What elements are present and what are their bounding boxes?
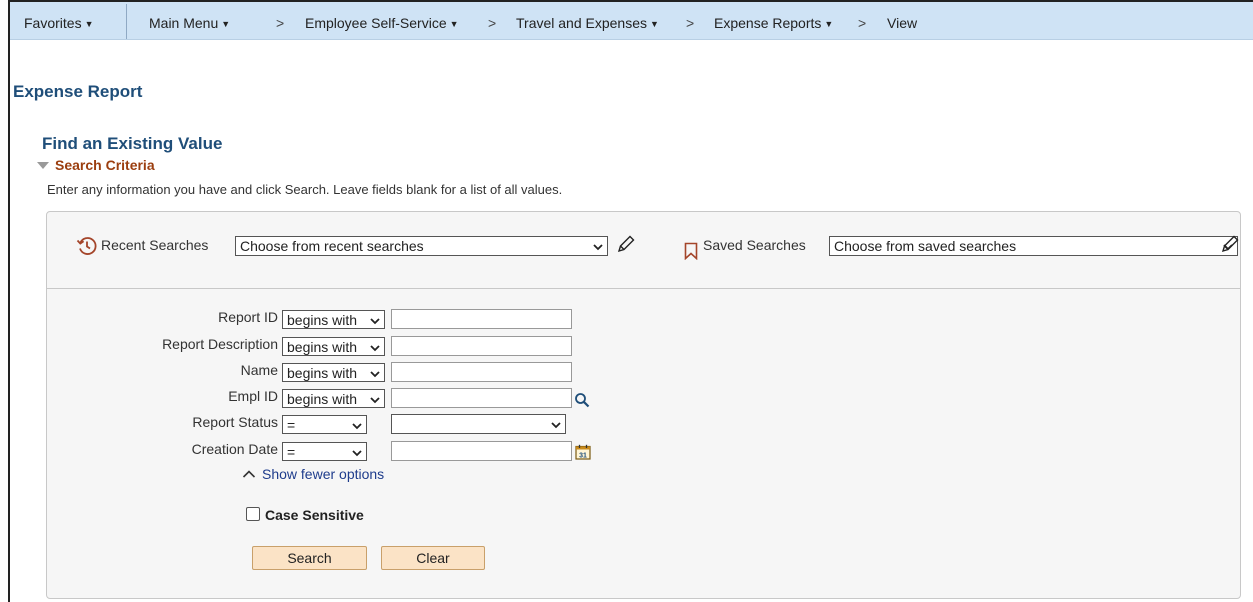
recent-searches-value: Choose from recent searches	[240, 238, 424, 254]
chevron-right-icon: >	[686, 15, 695, 31]
caret-down-icon: ▼	[449, 19, 459, 29]
window-left-border	[8, 0, 10, 602]
report-id-input[interactable]	[391, 309, 572, 329]
favorites-label: Favorites	[24, 15, 82, 31]
breadcrumb-expense-reports[interactable]: Expense Reports ▼	[714, 15, 833, 31]
main-menu[interactable]: Main Menu ▼	[149, 15, 230, 31]
operator-value: begins with	[287, 365, 358, 381]
collapse-triangle-icon	[37, 162, 49, 169]
show-fewer-options-link[interactable]: Show fewer options	[242, 466, 384, 482]
report-id-label: Report ID	[218, 309, 278, 325]
chevron-down-icon	[370, 371, 380, 378]
empl-id-operator[interactable]: begins with	[282, 389, 385, 408]
chevron-down-icon	[370, 318, 380, 325]
svg-text:31: 31	[579, 452, 587, 459]
case-sensitive-option[interactable]: Case Sensitive	[246, 507, 364, 523]
chevron-down-icon	[593, 244, 603, 251]
edit-pencil-icon[interactable]	[616, 234, 636, 254]
breadcrumb-label: Employee Self-Service	[305, 15, 447, 31]
report-status-label: Report Status	[192, 414, 278, 430]
calendar-icon[interactable]: 31	[575, 444, 591, 460]
report-id-operator[interactable]: begins with	[282, 310, 385, 329]
edit-pencil-icon[interactable]	[1220, 234, 1240, 254]
caret-down-icon: ▼	[650, 19, 659, 29]
search-instructions: Enter any information you have and click…	[47, 182, 563, 197]
name-operator[interactable]: begins with	[282, 363, 385, 382]
recent-searches-dropdown[interactable]: Choose from recent searches	[235, 236, 608, 256]
operator-value: begins with	[287, 391, 358, 407]
chevron-down-icon	[370, 397, 380, 404]
page-title: Expense Report	[13, 82, 143, 101]
breadcrumb-view[interactable]: View	[887, 15, 917, 31]
breadcrumb-travel-and-expenses[interactable]: Travel and Expenses ▼	[516, 15, 659, 31]
report-description-operator[interactable]: begins with	[282, 337, 385, 356]
bookmark-icon[interactable]	[684, 242, 698, 261]
operator-value: =	[287, 444, 296, 460]
navigation-bar: Favorites ▼ Main Menu ▼ > Employee Self-Se…	[10, 2, 1253, 40]
chevron-down-icon	[551, 422, 561, 429]
empl-id-input[interactable]	[391, 388, 572, 408]
main-menu-label: Main Menu	[149, 15, 219, 31]
saved-searches-label: Saved Searches	[703, 237, 806, 253]
caret-down-icon: ▼	[824, 19, 834, 29]
name-input[interactable]	[391, 362, 572, 382]
chevron-right-icon: >	[276, 15, 285, 31]
search-criteria-label: Search Criteria	[55, 157, 155, 173]
report-description-input[interactable]	[391, 336, 572, 356]
breadcrumb-label: Expense Reports	[714, 15, 822, 31]
history-icon[interactable]	[76, 235, 98, 257]
search-button[interactable]: Search	[252, 546, 367, 570]
report-description-label: Report Description	[162, 336, 278, 352]
show-fewer-options-label: Show fewer options	[262, 466, 385, 482]
creation-date-input[interactable]	[391, 441, 572, 461]
chevron-down-icon	[352, 450, 362, 457]
recent-searches-label: Recent Searches	[101, 237, 209, 253]
search-criteria-toggle[interactable]: Search Criteria	[37, 157, 155, 173]
chevron-down-icon	[370, 345, 380, 352]
find-existing-value-title: Find an Existing Value	[42, 134, 223, 153]
operator-value: begins with	[287, 339, 358, 355]
chevron-right-icon: >	[488, 15, 497, 31]
chevron-down-icon	[352, 423, 362, 430]
search-panel: Recent Searches Choose from recent searc…	[46, 211, 1241, 599]
chevron-up-icon	[242, 470, 256, 478]
favorites-menu[interactable]: Favorites ▼	[24, 15, 94, 31]
lookup-search-icon[interactable]	[574, 392, 590, 408]
caret-down-icon: ▼	[221, 19, 231, 29]
clear-button[interactable]: Clear	[381, 546, 485, 570]
operator-value: =	[287, 417, 296, 433]
case-sensitive-checkbox[interactable]	[246, 507, 260, 521]
nav-separator	[126, 4, 127, 39]
panel-divider	[47, 288, 1240, 289]
report-status-operator[interactable]: =	[282, 415, 367, 434]
name-label: Name	[240, 362, 278, 378]
case-sensitive-label: Case Sensitive	[265, 507, 364, 523]
breadcrumb-employee-self-service[interactable]: Employee Self-Service ▼	[305, 15, 459, 31]
report-status-select[interactable]	[391, 414, 566, 434]
creation-date-operator[interactable]: =	[282, 442, 367, 461]
breadcrumb-label: View	[887, 15, 918, 31]
empl-id-label: Empl ID	[228, 388, 278, 404]
saved-searches-value: Choose from saved searches	[834, 238, 1017, 254]
breadcrumb-label: Travel and Expenses	[516, 15, 647, 31]
caret-down-icon: ▼	[84, 19, 94, 29]
creation-date-label: Creation Date	[191, 441, 278, 457]
operator-value: begins with	[287, 312, 358, 328]
chevron-right-icon: >	[858, 15, 867, 31]
saved-searches-dropdown[interactable]: Choose from saved searches	[829, 236, 1238, 256]
